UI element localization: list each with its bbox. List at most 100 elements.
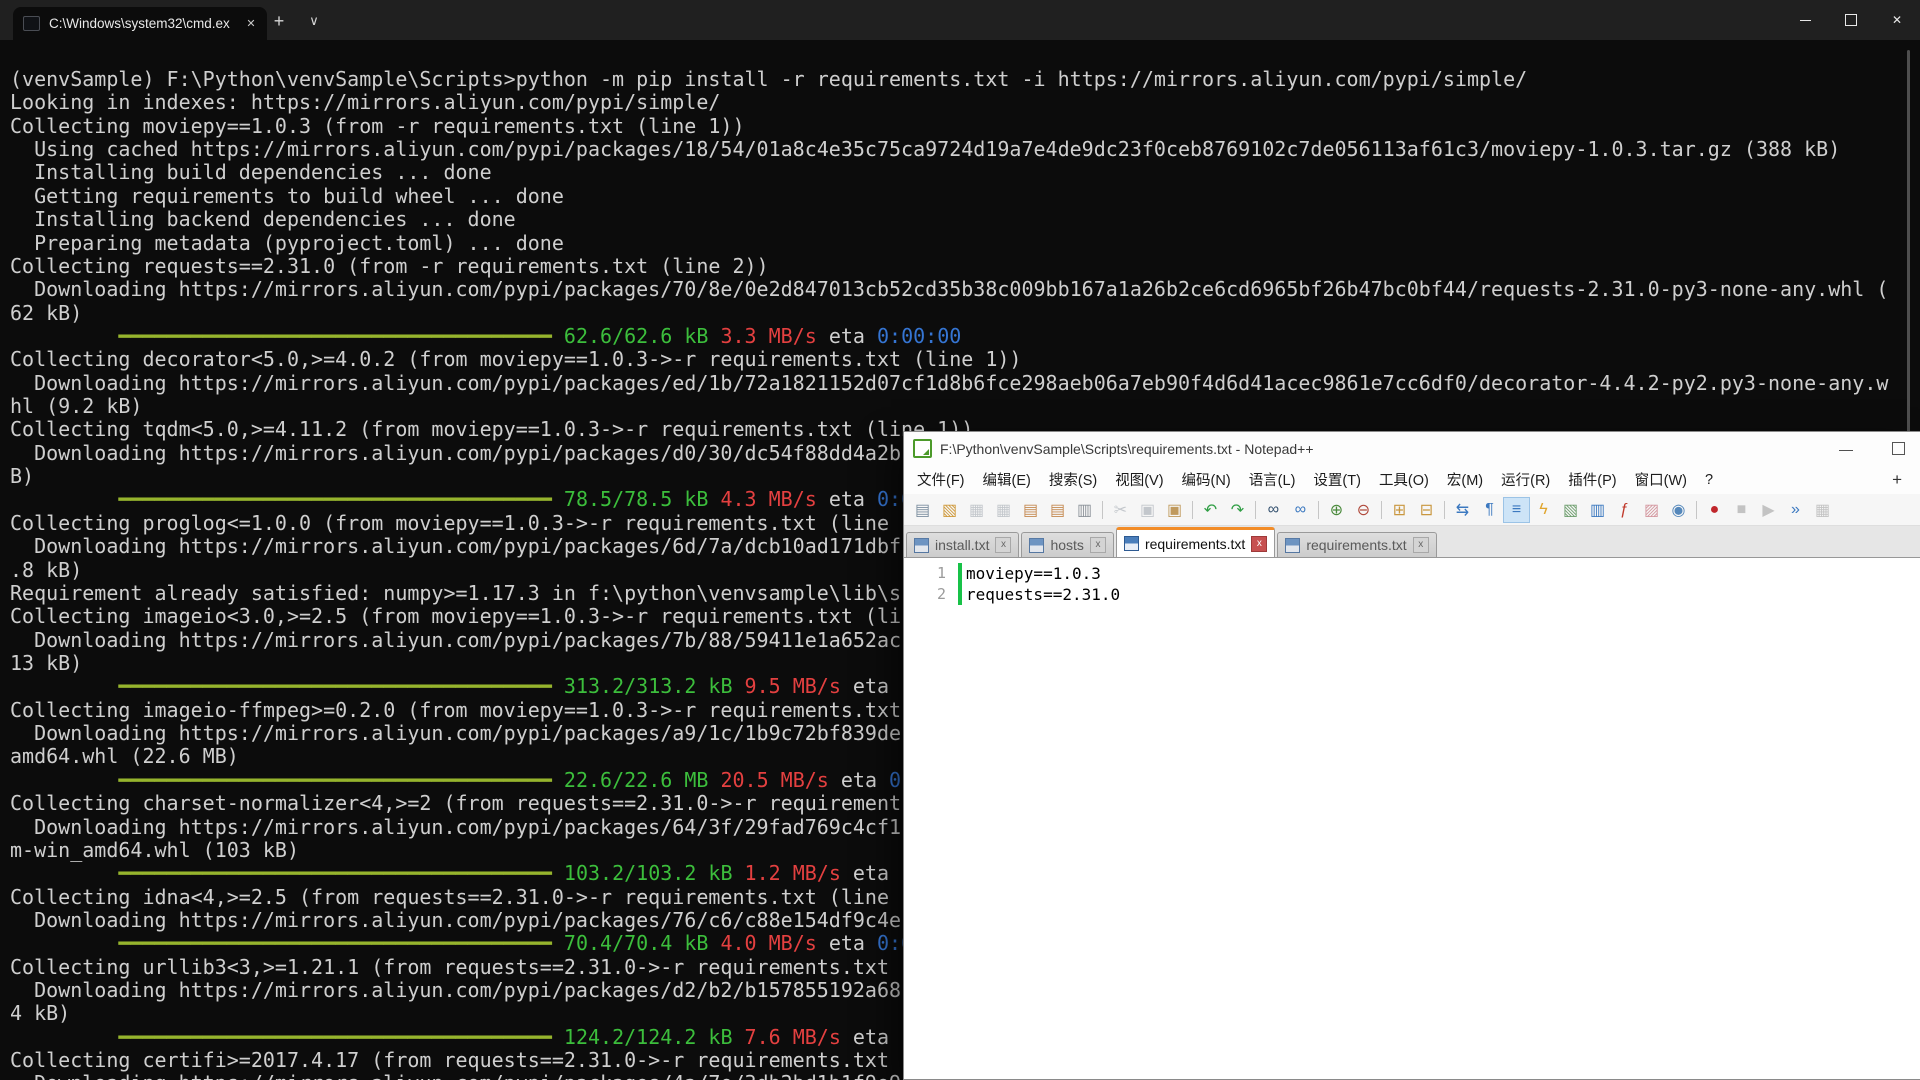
notepad-editor[interactable]: 1moviepy==1.0.32requests==2.31.0 [904,558,1920,1079]
macro-record-button[interactable]: ● [1701,497,1728,523]
redo-button[interactable]: ↷ [1224,497,1251,523]
floppy-icon [1285,538,1300,553]
terminal-line: 62 kB) [10,302,1920,325]
toolbar-separator [1255,501,1256,519]
tab-dropdown-icon[interactable]: ∨ [300,8,328,34]
menu-item-10[interactable]: 插件(P) [1559,466,1625,493]
toolbar-separator [1318,501,1319,519]
cmd-icon [23,16,40,31]
paste-button[interactable]: ▣ [1161,497,1188,523]
close-file-button[interactable]: ▤ [1017,497,1044,523]
close-button[interactable]: ✕ [1874,0,1920,40]
notepad-toolbar: ▤▧▦▦▤▤▥✂▣▣↶↷∞∞⊕⊖⊞⊟⇆¶≡ϟ▧▥ƒ▨◉●■▶»▦ [904,494,1920,526]
line-number: 2 [904,584,958,605]
tab-close-icon[interactable]: ✕ [241,14,261,34]
menu-item-2[interactable]: 搜索(S) [1040,466,1106,493]
editor-tab-3[interactable]: requirements.txtx [1277,532,1436,557]
code-text: requests==2.31.0 [966,584,1120,605]
show-all-characters-button[interactable]: ¶ [1476,497,1503,523]
menu-item-12[interactable]: ? [1696,469,1722,491]
editor-line: 2 requests==2.31.0 [904,584,1920,605]
menu-item-7[interactable]: 工具(O) [1370,466,1438,493]
terminal-line: (venvSample) F:\Python\venvSample\Script… [10,68,1920,91]
macro-play-button: ▶ [1755,497,1782,523]
terminal-line: Preparing metadata (pyproject.toml) ... … [10,232,1920,255]
monitoring-button[interactable]: ◉ [1665,497,1692,523]
close-all-button[interactable]: ▤ [1044,497,1071,523]
floppy-icon [1029,538,1044,553]
word-wrap-button[interactable]: ⇆ [1449,497,1476,523]
indent-guide-button[interactable]: ≡ [1503,497,1530,523]
notepad-menubar: 文件(F)编辑(E)搜索(S)视图(V)编码(N)语言(L)设置(T)工具(O)… [904,465,1920,494]
notepad-minimize-button[interactable]: — [1824,432,1868,465]
terminal-line: Installing backend dependencies ... done [10,208,1920,231]
menu-overflow-button[interactable]: + [1878,470,1916,490]
maximize-button[interactable] [1828,0,1874,40]
toolbar-separator [1444,501,1445,519]
find-button[interactable]: ∞ [1260,497,1287,523]
open-file-button[interactable]: ▧ [936,497,963,523]
user-defined-language-button[interactable]: ϟ [1530,497,1557,523]
replace-button[interactable]: ∞ [1287,497,1314,523]
zoom-out-button[interactable]: ⊖ [1350,497,1377,523]
editor-tab-0[interactable]: install.txt x [906,532,1019,557]
terminal-line: ━━━━━━━━━━━━━━━━━━━━━━━━━━━━━━━━━━━━ 62.… [10,325,1920,348]
new-tab-button[interactable]: + [264,8,294,34]
terminal-line: Downloading https://mirrors.aliyun.com/p… [10,372,1920,395]
editor-tab-2[interactable]: requirements.txt x [1116,527,1275,557]
toolbar-separator [1102,501,1103,519]
change-marker [958,563,962,584]
sync-horizontal-scroll-button[interactable]: ⊟ [1413,497,1440,523]
window-controls: ✕ [1782,0,1920,40]
save-file-button: ▦ [963,497,990,523]
menu-item-3[interactable]: 视图(V) [1106,466,1172,493]
terminal-tab[interactable]: C:\Windows\system32\cmd.ex ✕ [13,7,267,40]
undo-button[interactable]: ↶ [1197,497,1224,523]
tab-close-icon[interactable]: x [995,537,1011,553]
document-map-button[interactable]: ▧ [1557,497,1584,523]
menu-item-5[interactable]: 语言(L) [1240,466,1305,493]
tab-close-icon[interactable]: x [1090,537,1106,553]
print-button[interactable]: ▥ [1071,497,1098,523]
notepad-tabbar: install.txtxhostsxrequirements.txtxrequi… [904,526,1920,558]
menu-item-8[interactable]: 宏(M) [1438,466,1492,493]
line-number: 1 [904,563,958,584]
notepad-maximize-button[interactable] [1876,432,1920,465]
toolbar-separator [1381,501,1382,519]
maximize-icon [1892,442,1905,455]
menu-item-4[interactable]: 编码(N) [1173,466,1240,493]
desktop: C:\Windows\system32\cmd.ex ✕ + ∨ ✕ (venv… [0,0,1920,1080]
sync-vertical-scroll-button[interactable]: ⊞ [1386,497,1413,523]
floppy-icon [914,538,929,553]
menu-item-6[interactable]: 设置(T) [1304,466,1370,493]
macro-run-multiple-button[interactable]: » [1782,497,1809,523]
notepad-titlebar: F:\Python\venvSample\Scripts\requirement… [904,432,1920,465]
terminal-titlebar: C:\Windows\system32\cmd.ex ✕ + ∨ ✕ [0,0,1920,40]
menu-item-1[interactable]: 编辑(E) [974,466,1040,493]
terminal-line: Getting requirements to build wheel ... … [10,185,1920,208]
notepad-window: F:\Python\venvSample\Scripts\requirement… [903,431,1920,1080]
terminal-line: Using cached https://mirrors.aliyun.com/… [10,138,1920,161]
terminal-line: Collecting decorator<5.0,>=4.0.2 (from m… [10,348,1920,371]
editor-tab-label: requirements.txt [1145,536,1245,552]
minimize-button[interactable] [1782,0,1828,40]
new-file-button[interactable]: ▤ [909,497,936,523]
terminal-line: Collecting moviepy==1.0.3 (from -r requi… [10,115,1920,138]
folder-as-workspace-button[interactable]: ▨ [1638,497,1665,523]
menu-item-11[interactable]: 窗口(W) [1626,466,1696,493]
terminal-line: Looking in indexes: https://mirrors.aliy… [10,91,1920,114]
menu-item-9[interactable]: 运行(R) [1492,466,1559,493]
terminal-line: Installing build dependencies ... done [10,161,1920,184]
tab-close-icon[interactable]: x [1251,536,1267,552]
editor-tab-1[interactable]: hostsx [1021,532,1113,557]
change-marker [958,584,962,605]
document-switcher-button[interactable]: ▥ [1584,497,1611,523]
zoom-in-button[interactable]: ⊕ [1323,497,1350,523]
menu-item-0[interactable]: 文件(F) [908,466,974,493]
cut-button: ✂ [1107,497,1134,523]
function-list-button[interactable]: ƒ [1611,497,1638,523]
tab-close-icon[interactable]: x [1413,537,1429,553]
terminal-line: Collecting requests==2.31.0 (from -r req… [10,255,1920,278]
notepadpp-icon [913,439,932,458]
editor-tab-label: install.txt [935,537,989,553]
